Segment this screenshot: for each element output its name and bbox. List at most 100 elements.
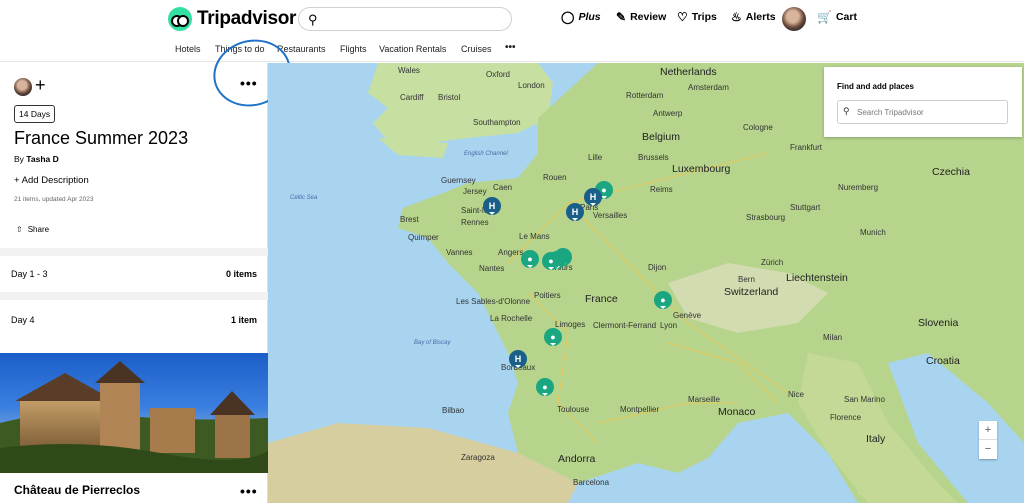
find-places-placeholder: Search Tripadvisor	[857, 108, 924, 117]
nav-flights[interactable]: Flights	[340, 44, 367, 54]
plus-label: Plus	[578, 11, 601, 23]
map-label-la-rochelle: La Rochelle	[490, 314, 533, 323]
map-pin-restaurant[interactable]: ●	[544, 328, 562, 346]
day-row-1[interactable]: Day 1 - 3 0 items	[0, 256, 268, 292]
trips-link[interactable]: ♡ Trips	[677, 10, 717, 24]
add-description-button[interactable]: + Add Description	[14, 175, 89, 186]
map-label-poitiers: Poitiers	[534, 291, 561, 300]
map-label-zaragoza: Zaragoza	[461, 453, 495, 462]
map-label-netherlands: Netherlands	[660, 66, 717, 78]
map-label-florence: Florence	[830, 413, 862, 422]
author-link[interactable]: Tasha D	[26, 154, 58, 164]
alerts-link[interactable]: ♨ Alerts	[731, 10, 776, 24]
find-places-search-input[interactable]: ⚲ Search Tripadvisor	[837, 100, 1008, 124]
alerts-label: Alerts	[745, 11, 776, 23]
map-label-rotterdam: Rotterdam	[626, 91, 664, 100]
search-icon: ⚲	[308, 12, 318, 27]
cart-label: Cart	[835, 11, 857, 23]
plus-link[interactable]: ◯ Plus	[561, 10, 601, 24]
map-label-czechia: Czechia	[932, 166, 970, 178]
trip-meta: 21 items, updated Apr 2023	[14, 196, 94, 203]
map-label-reims: Reims	[650, 185, 673, 194]
map-label-versailles: Versailles	[593, 211, 628, 220]
map-pin-hotel[interactable]: H	[483, 197, 501, 215]
map-label-bern: Bern	[738, 275, 755, 284]
map-label-rennes: Rennes	[461, 218, 489, 227]
nav-more-button[interactable]: •••	[505, 42, 516, 53]
map-label-france: France	[585, 293, 618, 305]
place-options-button[interactable]: •••	[240, 483, 258, 499]
map-pin-hotel[interactable]: H	[566, 203, 584, 221]
map-pin-hotel[interactable]: H	[509, 350, 527, 368]
map-label-luxembourg: Luxembourg	[672, 163, 731, 175]
share-button[interactable]: ⇧ Share	[16, 225, 49, 234]
featured-place-name[interactable]: Château de Pierreclos	[14, 483, 140, 497]
review-link[interactable]: ✎ Review	[616, 10, 666, 24]
owl-icon: ◯	[561, 10, 575, 24]
map-label-amsterdam: Amsterdam	[688, 83, 729, 92]
cart-link[interactable]: 🛒 Cart	[817, 10, 857, 24]
map-label-slovenia: Slovenia	[918, 317, 959, 329]
owner-avatar	[14, 78, 32, 96]
pencil-icon: ✎	[616, 10, 627, 24]
map-label-barcelona: Barcelona	[573, 478, 610, 487]
map-label-strasbourg: Strasbourg	[746, 213, 786, 222]
by-prefix: By	[14, 154, 24, 164]
map-label-stuttgart: Stuttgart	[790, 203, 821, 212]
logo-text: Tripadvisor	[197, 8, 297, 29]
day-count: 0 items	[225, 269, 257, 279]
map-label-bay-of-biscay: Bay of Biscay	[414, 340, 451, 346]
search-icon: ⚲	[843, 106, 850, 116]
map-label-cardiff: Cardiff	[400, 93, 424, 102]
map-label-angers: Angers	[498, 248, 524, 257]
map-pin-restaurant[interactable]: ●	[536, 378, 554, 396]
map-label-quimper: Quimper	[408, 233, 439, 242]
map-pin-restaurant[interactable]: ●	[521, 250, 539, 268]
map-label-nantes: Nantes	[479, 264, 505, 273]
trips-label: Trips	[691, 11, 717, 23]
map-label-jersey: Jersey	[463, 187, 487, 196]
map-label-limoges: Limoges	[555, 320, 586, 329]
nav-cruises[interactable]: Cruises	[461, 44, 492, 54]
day-row-2[interactable]: Day 4 1 item	[0, 302, 268, 338]
day-label: Day 1 - 3	[11, 269, 48, 279]
nav-vacation-rentals[interactable]: Vacation Rentals	[379, 44, 446, 54]
map-label-vannes: Vannes	[446, 248, 473, 257]
map-label-london: London	[518, 81, 545, 90]
map-label-lille: Lille	[588, 153, 603, 162]
map-label-nuremberg: Nuremberg	[838, 183, 879, 192]
map-label-lyon: Lyon	[660, 321, 678, 330]
map-label-zurich: Zürich	[761, 258, 784, 267]
user-avatar[interactable]	[782, 7, 806, 31]
review-label: Review	[630, 11, 667, 23]
map-label-oxford: Oxford	[486, 70, 511, 79]
map-pin-restaurant[interactable]: ●	[654, 291, 672, 309]
map-zoom-controls: + −	[979, 421, 997, 459]
top-header: Tripadvisor ⚲ ◯ Plus ✎ Review ♡ Trips ♨ …	[0, 0, 1024, 38]
map-label-wales: Wales	[398, 66, 420, 75]
map-label-brest: Brest	[400, 215, 419, 224]
share-icon: ⇧	[16, 225, 23, 234]
map-label-andorra: Andorra	[558, 453, 596, 465]
map-label-le-mans: Le Mans	[519, 232, 550, 241]
map-label-croatia: Croatia	[926, 355, 960, 367]
zoom-in-button[interactable]: +	[979, 421, 997, 440]
find-places-title: Find and add places	[837, 82, 914, 91]
trip-panel: + ••• 14 Days France Summer 2023 By Tash…	[0, 63, 268, 503]
map-label-liechtenstein: Liechtenstein	[786, 272, 848, 284]
tripadvisor-logo[interactable]: Tripadvisor	[168, 7, 296, 31]
search-input[interactable]: ⚲	[298, 7, 512, 31]
place-photo[interactable]	[0, 353, 268, 473]
add-collaborator-button[interactable]: +	[35, 75, 46, 96]
castle-photo-graphic	[0, 361, 268, 473]
zoom-out-button[interactable]: −	[979, 440, 997, 459]
map-label-dijon: Dijon	[648, 263, 667, 272]
map-label-antwerp: Antwerp	[653, 109, 683, 118]
map-pin-restaurant[interactable]: ●	[542, 252, 560, 270]
map-label-clermont-ferrand: Clermont-Ferrand	[593, 321, 657, 330]
map-pin-hotel[interactable]: H	[584, 188, 602, 206]
map-label-southampton: Southampton	[473, 118, 521, 127]
nav-hotels[interactable]: Hotels	[175, 44, 201, 54]
map-label-milan: Milan	[823, 333, 843, 342]
map-label-rouen: Rouen	[543, 173, 567, 182]
